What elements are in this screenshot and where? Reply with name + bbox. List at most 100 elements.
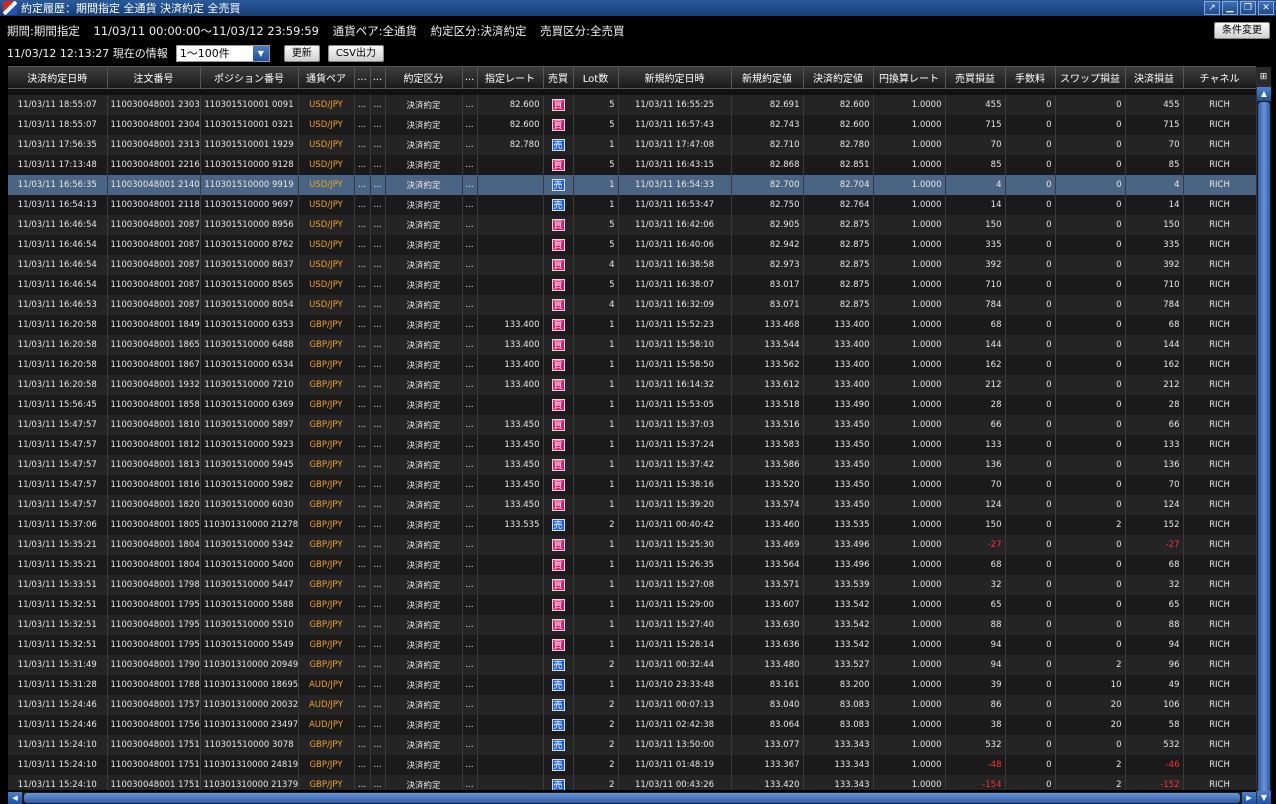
- table-row[interactable]: 11/03/11 17:56:35 110030048001 23130 11030…: [8, 135, 1256, 155]
- table-cell: 0: [1005, 775, 1056, 790]
- table-cell: 82.600: [803, 115, 874, 135]
- column-header[interactable]: スワップ損益: [1055, 67, 1126, 89]
- table-row[interactable]: 11/03/11 18:55:07 110030048001 23041 11030…: [8, 115, 1256, 135]
- table-row[interactable]: 11/03/11 16:46:53 110030048001 20872 11030…: [8, 295, 1256, 315]
- change-condition-button[interactable]: 条件変更: [1214, 22, 1270, 39]
- column-header[interactable]: 円換算レート: [873, 67, 946, 89]
- column-header[interactable]: ...: [370, 67, 386, 89]
- table-cell: 11/03/11 15:35:21: [8, 535, 108, 555]
- column-settings-icon[interactable]: ⊞: [1256, 67, 1271, 87]
- table-row[interactable]: 11/03/11 15:33:51 110030048001 17986 11030…: [8, 575, 1256, 595]
- table-cell: ...: [370, 395, 386, 415]
- scroll-left-icon[interactable]: ◀: [8, 792, 22, 804]
- table-row[interactable]: 11/03/11 15:32:51 110030048001 17952 11030…: [8, 615, 1256, 635]
- maximize-icon[interactable]: ❐: [1240, 1, 1256, 15]
- horizontal-scroll-thumb[interactable]: [24, 793, 1240, 803]
- column-header[interactable]: 売買: [543, 67, 574, 89]
- column-header[interactable]: ...: [354, 67, 371, 89]
- table-cell: 11/03/11 00:40:42: [618, 515, 732, 535]
- table-cell: 1.0000: [873, 715, 946, 735]
- table-cell: 11/03/11 15:24:10: [8, 735, 108, 755]
- table-row[interactable]: 11/03/11 15:47:57 110030048001 18139 11030…: [8, 455, 1256, 475]
- column-header[interactable]: ...: [462, 67, 478, 89]
- scroll-down-icon[interactable]: ▼: [1257, 791, 1271, 804]
- column-header[interactable]: 新規約定日時: [618, 67, 732, 89]
- table-cell: 455: [1125, 95, 1184, 115]
- table-row[interactable]: 11/03/11 15:32:51 110030048001 17953 11030…: [8, 595, 1256, 615]
- refresh-button[interactable]: 更新: [283, 44, 320, 62]
- table-cell: 売: [543, 735, 574, 755]
- table-row[interactable]: 11/03/11 15:37:06 110030048001 18053 11030…: [8, 515, 1256, 535]
- table-cell: RICH: [1183, 535, 1256, 555]
- minimize-icon[interactable]: ▁: [1222, 1, 1238, 15]
- table-cell: 110030048001 18102: [107, 415, 201, 435]
- chevron-down-icon[interactable]: ▼: [252, 45, 269, 61]
- column-header[interactable]: Lot数: [573, 67, 619, 89]
- table-row[interactable]: 11/03/11 15:32:51 110030048001 17951 11030…: [8, 635, 1256, 655]
- scroll-up-icon[interactable]: ▲: [1257, 87, 1271, 101]
- table-row[interactable]: 11/03/11 16:20:58 110030048001 19328 11030…: [8, 375, 1256, 395]
- sell-badge: 売: [551, 699, 565, 711]
- table-cell: -154: [945, 775, 1006, 790]
- table-row[interactable]: 11/03/11 18:55:07 110030048001 23037 11030…: [8, 95, 1256, 115]
- table-cell: 133.607: [731, 595, 804, 615]
- table-row[interactable]: 11/03/11 16:54:13 110030048001 21185 11030…: [8, 195, 1256, 215]
- table-row[interactable]: 11/03/11 16:46:54 110030048001 20876 11030…: [8, 215, 1256, 235]
- table-cell: 1: [573, 575, 619, 595]
- table-row[interactable]: 11/03/11 15:47:57 110030048001 18165 11030…: [8, 475, 1256, 495]
- csv-export-button[interactable]: CSV出力: [327, 44, 384, 62]
- table-row[interactable]: 11/03/11 15:24:46 110030048001 17569 11030…: [8, 715, 1256, 735]
- table-cell: ...: [354, 455, 371, 475]
- sell-badge: 売: [551, 679, 565, 691]
- table-cell: 0: [1055, 395, 1126, 415]
- table-cell: ...: [354, 475, 371, 495]
- table-cell: 決済約定: [385, 555, 463, 575]
- table-row[interactable]: 11/03/11 15:31:28 110030048001 17887 11030…: [8, 675, 1256, 695]
- table-row[interactable]: 11/03/11 16:46:54 110030048001 20873 11030…: [8, 275, 1256, 295]
- table-row[interactable]: 11/03/11 15:35:21 110030048001 18045 11030…: [8, 555, 1256, 575]
- popout-icon[interactable]: ↗: [1204, 1, 1220, 15]
- scroll-right-icon[interactable]: ▶: [1242, 792, 1256, 804]
- vertical-scroll-thumb[interactable]: [1258, 102, 1270, 802]
- table-row[interactable]: 11/03/11 15:24:10 110030048001 17516 11030…: [8, 755, 1256, 775]
- table-row[interactable]: 11/03/11 15:56:45 110030048001 18585 11030…: [8, 395, 1256, 415]
- column-header[interactable]: チャネル: [1183, 67, 1256, 89]
- column-header[interactable]: 注文番号: [107, 67, 201, 89]
- horizontal-scrollbar[interactable]: ◀ ▶: [8, 792, 1256, 804]
- vertical-scrollbar[interactable]: ▲ ▼: [1256, 87, 1271, 804]
- column-header[interactable]: 決済約定日時: [8, 67, 108, 89]
- table-row[interactable]: 11/03/11 15:47:57 110030048001 18123 11030…: [8, 435, 1256, 455]
- table-row[interactable]: 11/03/11 15:24:46 110030048001 17570 11030…: [8, 695, 1256, 715]
- column-header[interactable]: 決済約定値: [803, 67, 874, 89]
- column-header[interactable]: ポジション番号: [200, 67, 299, 89]
- column-header[interactable]: 指定レート: [477, 67, 544, 89]
- table-cell: 1.0000: [873, 235, 946, 255]
- column-header[interactable]: 通貨ペア: [298, 67, 355, 89]
- column-header[interactable]: 売買損益: [945, 67, 1006, 89]
- range-select[interactable]: 1〜100件 ▼: [175, 44, 270, 62]
- table-cell: 110030048001 18046: [107, 535, 201, 555]
- table-cell: 133.586: [731, 455, 804, 475]
- close-icon[interactable]: ✕: [1258, 1, 1274, 15]
- table-row[interactable]: 11/03/11 15:31:49 110030048001 17905 11030…: [8, 655, 1256, 675]
- table-cell: 1: [573, 335, 619, 355]
- table-row[interactable]: 11/03/11 16:56:35 110030048001 21409 11030…: [8, 175, 1256, 195]
- column-header[interactable]: 約定区分: [385, 67, 463, 89]
- column-header[interactable]: 決済損益: [1125, 67, 1184, 89]
- table-cell: GBP/JPY: [298, 415, 355, 435]
- table-row[interactable]: 11/03/11 16:46:54 110030048001 20875 11030…: [8, 235, 1256, 255]
- table-row[interactable]: 11/03/11 15:24:10 110030048001 17515 11030…: [8, 775, 1256, 790]
- table-row[interactable]: 11/03/11 15:47:57 110030048001 18102 11030…: [8, 415, 1256, 435]
- table-cell: 110030048001 20872: [107, 295, 201, 315]
- table-row[interactable]: 11/03/11 15:47:57 110030048001 18200 11030…: [8, 495, 1256, 515]
- table-row[interactable]: 11/03/11 15:35:21 110030048001 18046 11030…: [8, 535, 1256, 555]
- column-header[interactable]: 新規約定値: [731, 67, 804, 89]
- buy-badge: 買: [551, 539, 565, 551]
- table-row[interactable]: 11/03/11 16:46:54 110030048001 20874 11030…: [8, 255, 1256, 275]
- column-header[interactable]: 手数料: [1005, 67, 1056, 89]
- table-row[interactable]: 11/03/11 16:20:58 110030048001 18492 11030…: [8, 315, 1256, 335]
- table-row[interactable]: 11/03/11 16:20:58 110030048001 18678 11030…: [8, 355, 1256, 375]
- table-row[interactable]: 11/03/11 16:20:58 110030048001 18650 11030…: [8, 335, 1256, 355]
- table-row[interactable]: 11/03/11 15:24:10 110030048001 17517 11030…: [8, 735, 1256, 755]
- table-row[interactable]: 11/03/11 17:13:48 110030048001 22164 11030…: [8, 155, 1256, 175]
